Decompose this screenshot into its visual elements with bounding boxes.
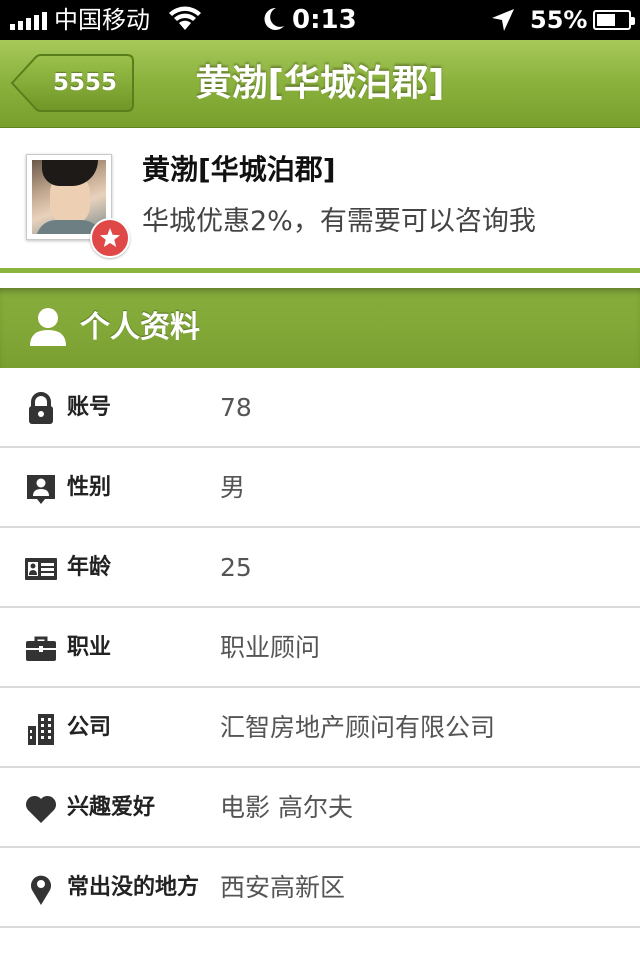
field-value: 电影 高尔夫	[220, 793, 353, 822]
field-value: 男	[220, 473, 246, 502]
field-label: 公司	[67, 715, 112, 740]
list-item-company: 公司 汇智房地产顾问有限公司	[0, 688, 640, 768]
field-label: 年龄	[67, 555, 112, 580]
nav-bar: 5555 黄渤[华城泊郡]	[0, 40, 640, 128]
list-item-account: 账号 78	[0, 368, 640, 448]
star-icon	[90, 218, 130, 258]
briefcase-icon	[24, 632, 58, 666]
profile-name: 黄渤[华城泊郡]	[142, 153, 336, 186]
list-item-hobbies: 兴趣爱好 电影 高尔夫	[0, 768, 640, 848]
field-label: 账号	[67, 395, 112, 420]
clock-time: 0:13	[292, 5, 357, 35]
map-pin-icon	[24, 872, 58, 906]
person-icon	[28, 306, 68, 352]
field-value: 78	[220, 393, 252, 422]
info-list: 账号 78 性别 男 年龄 25 职业 职业顾问 公司 汇智房地产顾问有限公司 …	[0, 368, 640, 928]
battery-icon	[593, 10, 635, 30]
battery-percent: 55%	[530, 6, 588, 34]
page-title: 黄渤[华城泊郡]	[195, 63, 445, 104]
field-label: 常出没的地方	[67, 875, 200, 900]
user-badge-icon	[24, 472, 58, 506]
back-button-label: 5555	[52, 70, 117, 96]
moon-icon	[262, 6, 286, 36]
list-item-age: 年龄 25	[0, 528, 640, 608]
field-value: 职业顾问	[220, 633, 321, 662]
field-value: 西安高新区	[220, 873, 346, 902]
list-item-frequent-place: 常出没的地方 西安高新区	[0, 848, 640, 928]
id-card-icon	[24, 552, 58, 586]
building-icon	[24, 712, 58, 746]
location-arrow-icon	[490, 7, 516, 37]
heart-icon	[24, 792, 58, 826]
list-item-occupation: 职业 职业顾问	[0, 608, 640, 688]
section-title: 个人资料	[80, 310, 200, 345]
field-value: 25	[220, 553, 252, 582]
wifi-icon	[168, 6, 202, 36]
field-label: 性别	[67, 475, 112, 500]
list-item-gender: 性别 男	[0, 448, 640, 528]
profile-header: 黄渤[华城泊郡] 华城优惠2%，有需要可以咨询我	[0, 128, 640, 268]
back-button[interactable]: 5555	[10, 54, 134, 112]
status-bar: 中国移动 0:13 55%	[0, 0, 640, 40]
signal-icon	[10, 12, 47, 30]
section-header: 个人资料	[0, 288, 640, 368]
field-value: 汇智房地产顾问有限公司	[220, 713, 496, 742]
lock-icon	[24, 392, 58, 426]
profile-description: 华城优惠2%，有需要可以咨询我	[142, 206, 536, 237]
carrier-label: 中国移动	[54, 6, 150, 34]
section-gap	[0, 273, 640, 289]
field-label: 兴趣爱好	[67, 795, 156, 820]
field-label: 职业	[67, 635, 112, 660]
